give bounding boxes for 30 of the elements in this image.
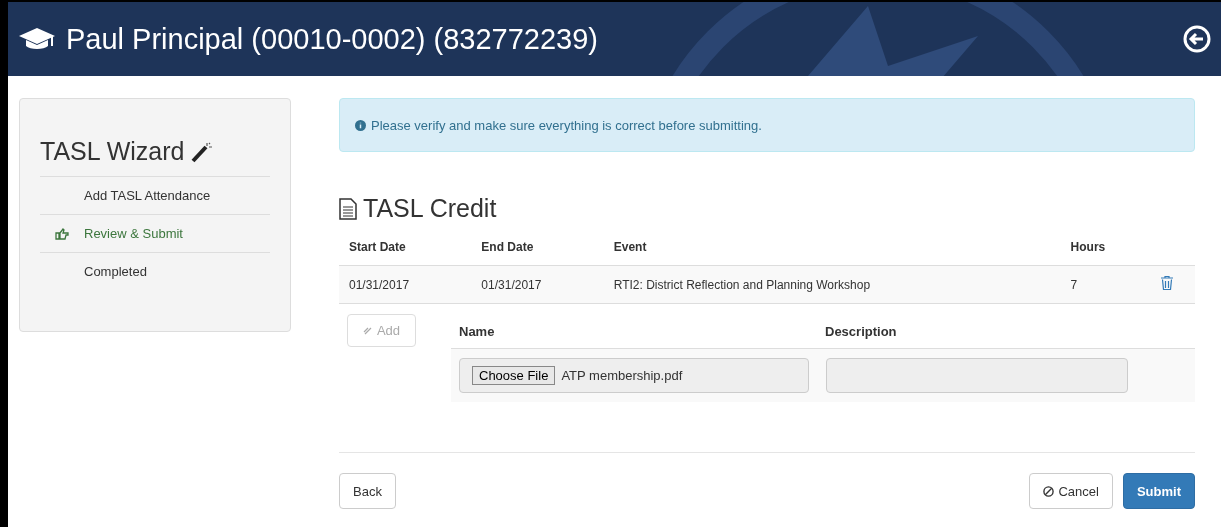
- wizard-title: TASL Wizard: [40, 137, 185, 166]
- file-input[interactable]: Choose File ATP membership.pdf: [459, 358, 809, 393]
- column-header: End Date: [481, 240, 534, 254]
- graduation-cap-icon: [18, 26, 56, 52]
- info-icon: [355, 119, 366, 131]
- document-icon: [339, 197, 357, 220]
- table-cell: 01/31/2017: [349, 277, 410, 292]
- ban-icon: [1043, 485, 1055, 497]
- column-header: Event: [613, 240, 647, 254]
- back-button[interactable]: Back: [339, 473, 396, 509]
- column-header: Description: [825, 323, 897, 339]
- column-header: Name: [459, 323, 496, 339]
- file-name: ATP membership.pdf: [561, 368, 683, 383]
- wizard-step[interactable]: Add TASL Attendance: [84, 188, 211, 203]
- alert-text: Please verify and make sure everything is correct before submitting.: [371, 117, 762, 133]
- cancel-button[interactable]: Cancel: [1029, 473, 1113, 509]
- choose-file-button[interactable]: Choose File: [472, 366, 556, 385]
- page-title: Paul Principal (00010-0002) (832772239): [66, 22, 599, 56]
- table-cell: 01/31/2017: [481, 277, 542, 292]
- column-header: Start Date: [349, 240, 406, 254]
- description-field[interactable]: [826, 358, 1128, 393]
- magic-wand-icon: [190, 140, 213, 163]
- table-cell: RTI2: District Reflection and Planning Workshop: [613, 277, 871, 292]
- table-cell: 7: [1070, 277, 1078, 292]
- section-title: TASL Credit: [363, 194, 497, 223]
- column-header: Hours: [1070, 240, 1106, 254]
- submit-button[interactable]: Submit: [1122, 473, 1195, 509]
- trash-icon[interactable]: [1161, 276, 1173, 290]
- wizard-step[interactable]: Completed: [84, 264, 147, 279]
- wizard-step[interactable]: Review & Submit: [84, 226, 183, 241]
